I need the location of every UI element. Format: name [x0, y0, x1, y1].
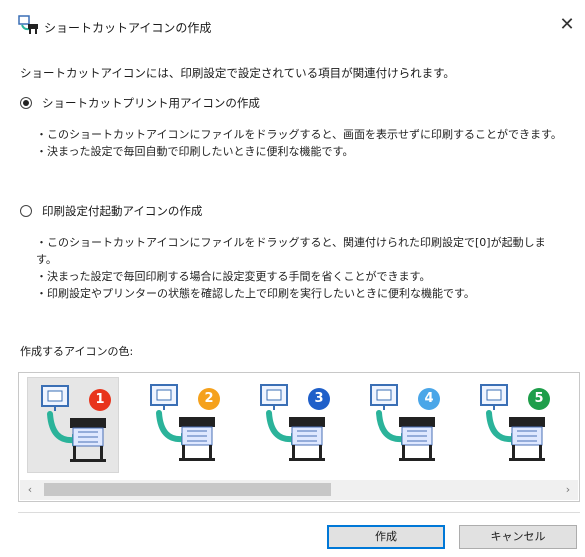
description-line: す。	[36, 253, 57, 266]
cancel-button[interactable]: キャンセル	[459, 525, 577, 549]
icon-color-list: 1 2 3 4 5 ‹ ›	[18, 372, 580, 502]
scroll-left-arrow-icon[interactable]: ‹	[23, 482, 37, 498]
icon-color-option-5[interactable]: 5	[467, 377, 559, 473]
color-number-badge: 1	[95, 392, 105, 407]
color-number-badge: 5	[534, 391, 544, 406]
color-number-badge: 4	[424, 391, 434, 406]
scroll-right-arrow-icon[interactable]: ›	[561, 482, 575, 498]
icon-color-option-1[interactable]: 1	[27, 377, 119, 473]
description-line: ・印刷設定やプリンターの状態を確認した上で印刷を実行したいときに便利な機能です。	[36, 287, 475, 300]
option-launch-with-settings-description: ・このショートカットアイコンにファイルをドラッグすると、関連付けられた印刷設定で…	[36, 234, 576, 302]
color-number-badge: 3	[314, 391, 324, 406]
window-title: ショートカットアイコンの作成	[44, 21, 212, 35]
icon-color-label: 作成するアイコンの色:	[20, 345, 134, 358]
option-shortcut-print-description: ・このショートカットアイコンにファイルをドラッグすると、画面を表示せずに印刷する…	[36, 126, 576, 160]
option-shortcut-print-label: ショートカットプリント用アイコンの作成	[42, 96, 260, 110]
scroll-thumb[interactable]	[44, 483, 331, 496]
description-line: ・このショートカットアイコンにファイルをドラッグすると、関連付けられた印刷設定で…	[36, 236, 546, 249]
icon-color-option-3[interactable]: 3	[247, 377, 339, 473]
create-button[interactable]: 作成	[327, 525, 445, 549]
option-shortcut-print[interactable]: ショートカットプリント用アイコンの作成	[20, 95, 260, 111]
divider	[18, 512, 580, 513]
radio-launch-with-settings[interactable]	[20, 205, 32, 217]
color-number-badge: 2	[204, 391, 214, 406]
radio-shortcut-print[interactable]	[20, 97, 32, 109]
printer-shortcut-icon	[18, 15, 38, 34]
option-launch-with-settings[interactable]: 印刷設定付起動アイコンの作成	[20, 203, 202, 219]
icon-color-option-4[interactable]: 4	[357, 377, 449, 473]
icon-color-option-2[interactable]: 2	[137, 377, 229, 473]
horizontal-scrollbar[interactable]: ‹ ›	[20, 480, 578, 500]
description-line: ・決まった設定で毎回印刷する場合に設定変更する手間を省くことができます。	[36, 270, 431, 283]
description-line: ・決まった設定で毎回自動で印刷したいときに便利な機能です。	[36, 145, 354, 158]
description-line: ・このショートカットアイコンにファイルをドラッグすると、画面を表示せずに印刷する…	[36, 128, 562, 141]
title-bar: ショートカットアイコンの作成 ✕	[0, 0, 585, 46]
option-launch-with-settings-label: 印刷設定付起動アイコンの作成	[42, 204, 203, 218]
intro-text: ショートカットアイコンには、印刷設定で設定されている項目が関連付けられます。	[20, 66, 455, 80]
close-button[interactable]: ✕	[552, 10, 582, 40]
